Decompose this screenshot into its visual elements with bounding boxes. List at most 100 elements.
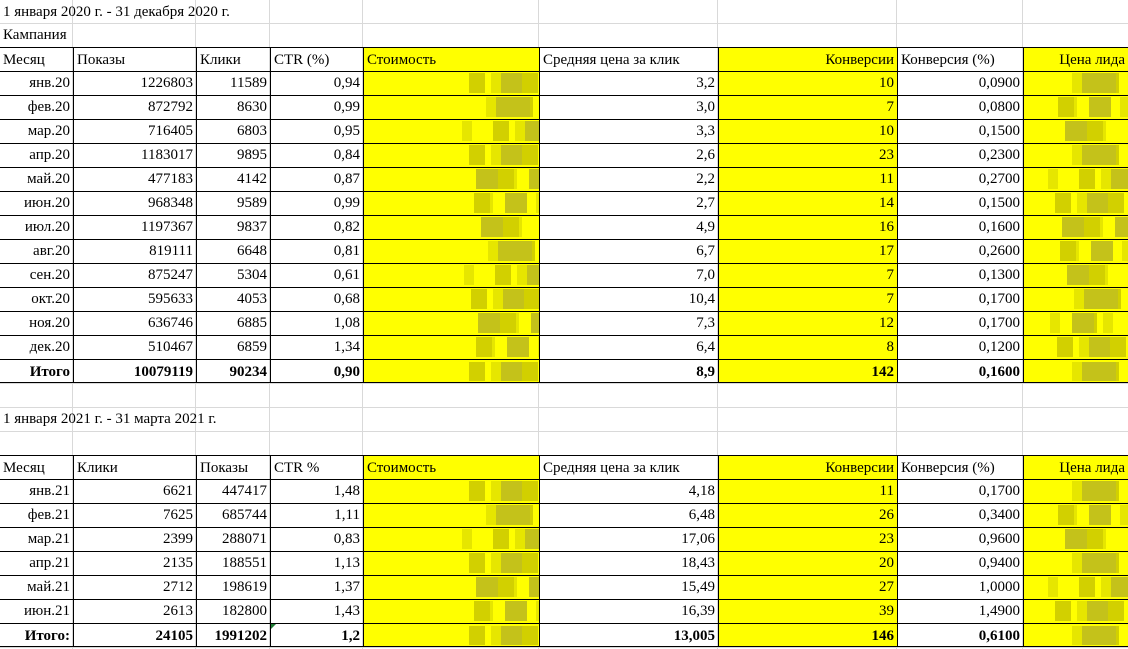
cell-conversion-rate[interactable]: 0,1600 <box>897 215 1023 239</box>
cell-clicks[interactable]: 90234 <box>196 359 270 383</box>
cell-avg-cpc[interactable]: 2,2 <box>539 167 718 191</box>
cell-impressions[interactable]: 595633 <box>73 287 196 311</box>
cell-lead-price[interactable] <box>1023 167 1128 191</box>
cell-ctr[interactable]: 0,61 <box>270 263 363 287</box>
cell-clicks[interactable]: 6648 <box>196 239 270 263</box>
cell-clicks[interactable]: 11589 <box>196 71 270 95</box>
cell-ctr[interactable]: 1,2 <box>270 623 363 647</box>
header-cost[interactable]: Стоимость <box>363 455 539 479</box>
cell-cost[interactable] <box>363 359 539 383</box>
cell-ctr[interactable]: 1,11 <box>270 503 363 527</box>
cell-conversion-rate[interactable]: 0,1500 <box>897 191 1023 215</box>
cell-lead-price[interactable] <box>1023 479 1128 503</box>
cell-cost[interactable] <box>363 167 539 191</box>
cell-lead-price[interactable] <box>1023 335 1128 359</box>
cell-impressions[interactable]: 875247 <box>73 263 196 287</box>
cell-ctr[interactable]: 1,08 <box>270 311 363 335</box>
cell-conversions[interactable]: 142 <box>718 359 897 383</box>
cell-month[interactable]: июл.20 <box>0 215 73 239</box>
cell-month[interactable]: май.21 <box>0 575 73 599</box>
cell-lead-price[interactable] <box>1023 119 1128 143</box>
cell-conversion-rate[interactable]: 0,6100 <box>897 623 1023 647</box>
cell-clicks[interactable]: 6885 <box>196 311 270 335</box>
cell-ctr[interactable]: 1,13 <box>270 551 363 575</box>
cell-month[interactable]: окт.20 <box>0 287 73 311</box>
cell-month[interactable]: янв.21 <box>0 479 73 503</box>
cell-month[interactable]: апр.20 <box>0 143 73 167</box>
cell-clicks[interactable]: 198619 <box>196 575 270 599</box>
cell-month[interactable]: фев.21 <box>0 503 73 527</box>
cell-conversions[interactable]: 8 <box>718 335 897 359</box>
cell-conversion-rate[interactable]: 1,0000 <box>897 575 1023 599</box>
cell-conversions[interactable]: 7 <box>718 287 897 311</box>
cell-conversion-rate[interactable]: 0,2300 <box>897 143 1023 167</box>
cell-impressions[interactable]: 7625 <box>73 503 196 527</box>
header-impressions[interactable]: Показы <box>73 47 196 71</box>
cell-lead-price[interactable] <box>1023 95 1128 119</box>
cell-avg-cpc[interactable]: 4,9 <box>539 215 718 239</box>
cell-clicks[interactable]: 6803 <box>196 119 270 143</box>
cell-conversion-rate[interactable]: 0,1700 <box>897 311 1023 335</box>
cell-conversions[interactable]: 26 <box>718 503 897 527</box>
cell-avg-cpc[interactable]: 2,6 <box>539 143 718 167</box>
cell-impressions[interactable]: 968348 <box>73 191 196 215</box>
header-conversion-rate[interactable]: Конверсия (%) <box>897 455 1023 479</box>
cell-avg-cpc[interactable]: 7,0 <box>539 263 718 287</box>
cell-cost[interactable] <box>363 575 539 599</box>
cell-ctr[interactable]: 0,94 <box>270 71 363 95</box>
cell-impressions[interactable]: 510467 <box>73 335 196 359</box>
cell-impressions[interactable]: 872792 <box>73 95 196 119</box>
cell-clicks[interactable]: 188551 <box>196 551 270 575</box>
cell-clicks[interactable]: 4053 <box>196 287 270 311</box>
cell-clicks[interactable]: 1991202 <box>196 623 270 647</box>
cell-avg-cpc[interactable]: 3,2 <box>539 71 718 95</box>
header-ctr[interactable]: CTR % <box>270 455 363 479</box>
cell-conversions[interactable]: 11 <box>718 167 897 191</box>
cell-ctr[interactable]: 1,48 <box>270 479 363 503</box>
cell-month[interactable]: июн.20 <box>0 191 73 215</box>
header-conversions[interactable]: Конверсии <box>718 47 897 71</box>
cell-ctr[interactable]: 0,90 <box>270 359 363 383</box>
cell-conversions[interactable]: 10 <box>718 71 897 95</box>
cell-month[interactable]: янв.20 <box>0 71 73 95</box>
cell-conversion-rate[interactable]: 0,1700 <box>897 479 1023 503</box>
cell-ctr[interactable]: 1,37 <box>270 575 363 599</box>
cell-conversion-rate[interactable]: 1,4900 <box>897 599 1023 623</box>
cell-month[interactable]: дек.20 <box>0 335 73 359</box>
cell-avg-cpc[interactable]: 6,48 <box>539 503 718 527</box>
cell-clicks[interactable]: 8630 <box>196 95 270 119</box>
cell-avg-cpc[interactable]: 15,49 <box>539 575 718 599</box>
cell-cost[interactable] <box>363 263 539 287</box>
cell-clicks[interactable]: 685744 <box>196 503 270 527</box>
cell-avg-cpc[interactable]: 6,4 <box>539 335 718 359</box>
cell-ctr[interactable]: 0,68 <box>270 287 363 311</box>
cell-conversions[interactable]: 7 <box>718 263 897 287</box>
cell-month[interactable]: мар.21 <box>0 527 73 551</box>
cell-avg-cpc[interactable]: 18,43 <box>539 551 718 575</box>
cell-ctr[interactable]: 0,87 <box>270 167 363 191</box>
cell-month[interactable]: мар.20 <box>0 119 73 143</box>
cell-impressions[interactable]: 819111 <box>73 239 196 263</box>
cell-ctr[interactable]: 0,99 <box>270 95 363 119</box>
cell-cost[interactable] <box>363 191 539 215</box>
cell-cost[interactable] <box>363 95 539 119</box>
cell-ctr[interactable]: 0,83 <box>270 527 363 551</box>
cell-cost[interactable] <box>363 119 539 143</box>
header-clicks[interactable]: Показы <box>196 455 270 479</box>
cell-conversion-rate[interactable]: 0,9600 <box>897 527 1023 551</box>
cell-avg-cpc[interactable]: 17,06 <box>539 527 718 551</box>
header-conversion-rate[interactable]: Конверсия (%) <box>897 47 1023 71</box>
cell-avg-cpc[interactable]: 10,4 <box>539 287 718 311</box>
cell-cost[interactable] <box>363 143 539 167</box>
cell-lead-price[interactable] <box>1023 239 1128 263</box>
cell-cost[interactable] <box>363 215 539 239</box>
cell-avg-cpc[interactable]: 2,7 <box>539 191 718 215</box>
cell-conversion-rate[interactable]: 0,1600 <box>897 359 1023 383</box>
cell-cost[interactable] <box>363 623 539 647</box>
cell-ctr[interactable]: 0,95 <box>270 119 363 143</box>
header-lead-price[interactable]: Цена лида <box>1023 47 1128 71</box>
header-lead-price[interactable]: Цена лида <box>1023 455 1128 479</box>
header-month[interactable]: Месяц <box>0 47 73 71</box>
cell-lead-price[interactable] <box>1023 287 1128 311</box>
cell-ctr[interactable]: 0,84 <box>270 143 363 167</box>
